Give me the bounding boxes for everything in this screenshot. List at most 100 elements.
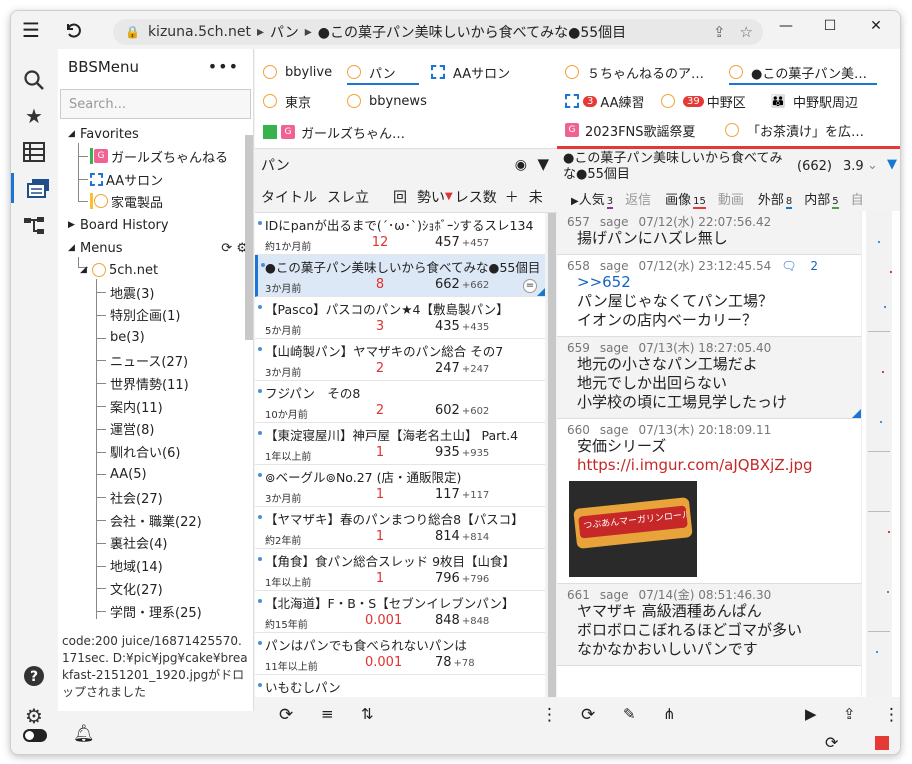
post-number[interactable]: 660 — [567, 423, 590, 437]
search-icon[interactable] — [19, 65, 49, 95]
post-number[interactable]: 661 — [567, 588, 590, 602]
stop-icon[interactable] — [875, 736, 889, 750]
toggle-switch[interactable] — [23, 729, 47, 742]
tab-thread-fns[interactable]: G 2023FNS歌謡祭夏 — [565, 117, 696, 143]
tree-favorites[interactable]: ◢ Favorites — [68, 123, 139, 145]
share-icon[interactable]: ⇪ — [713, 23, 726, 41]
list-icon[interactable] — [19, 137, 49, 167]
tree-category-item[interactable]: 案内(11) — [110, 395, 163, 417]
thread-row[interactable]: パンはパンでも食べられないパンは 11年以上前 0.001 78 +78 — [255, 633, 545, 675]
sync-icon[interactable]: ⟳ — [825, 733, 838, 752]
reply-count[interactable]: 🗨︎ 2 — [781, 259, 828, 273]
equals-icon[interactable]: = — [523, 279, 537, 293]
tree-fav-item[interactable]: G ガールズちゃんねる — [90, 145, 228, 167]
hamburger-menu-icon[interactable]: ☰ — [17, 17, 45, 43]
more-options-icon[interactable]: ••• — [208, 57, 239, 76]
tree-view-icon[interactable]: ⋔ — [663, 705, 676, 723]
tab-thread-nakano-ku[interactable]: 39 中野区 — [661, 88, 746, 114]
tree-menus[interactable]: ◢ Menus ⟳ ⚙ — [68, 237, 248, 259]
tree-category-item[interactable]: AA(5) — [110, 463, 147, 485]
col-title[interactable]: タイトル — [261, 187, 317, 207]
thread-minimap[interactable] — [861, 211, 900, 697]
tree-category-item[interactable]: be(3) — [110, 327, 145, 349]
tree-fav-item[interactable]: AAサロン — [90, 168, 163, 190]
maximize-button[interactable]: ☐ — [807, 11, 853, 41]
tree-category-item[interactable]: 社会(27) — [110, 486, 163, 508]
close-button[interactable]: ✕ — [853, 11, 899, 41]
record-icon[interactable]: ◉ — [515, 157, 527, 173]
post-image-link[interactable]: https://i.imgur.com/aJQBXjZ.jpg — [577, 456, 851, 475]
filter-tab[interactable]: 画像 15 — [665, 189, 706, 209]
thread-row[interactable]: 【山崎製パン】ヤマザキのパン総合 その7 3か月前 2 247 +247 — [255, 339, 545, 381]
col-plus[interactable]: ＋ — [505, 187, 519, 207]
col-count[interactable]: 回 — [393, 187, 407, 207]
post-anchor-link[interactable]: >>652 — [577, 273, 851, 292]
filter-tab[interactable]: 自 — [851, 189, 866, 208]
thread-row[interactable]: 【ヤマザキ】春のパンまつり総合8【パスコ】 約2年前 1 814 +814 — [255, 507, 545, 549]
favorites-star-icon[interactable]: ★ — [19, 101, 49, 131]
tab-thread-current[interactable]: ●この菓子パン美… — [729, 59, 877, 85]
tab-bbynews[interactable]: bbynews — [347, 88, 427, 114]
tab-thread-nakano-station[interactable]: 👪︎ 中野駅周辺 — [771, 88, 858, 114]
tab-girls-channel[interactable]: G ガールズちゃん… — [263, 119, 405, 145]
refresh-icon[interactable]: ⟳ — [279, 705, 293, 725]
sort-icon[interactable]: ⇅ — [361, 705, 374, 723]
menu-search-input[interactable]: Search... — [60, 89, 251, 119]
address-bar[interactable]: 🔒 kizuna.5ch.net ▸ パン ▸ ●この菓子パン美味しいから食べて… — [113, 19, 763, 45]
tab-tokyo[interactable]: 東京 — [263, 88, 311, 114]
thread-row[interactable]: IDにpanが出るまで(´･ω･`)ｼｮﾎﾞｰﾝするスレ134 約1か月前 12 45… — [255, 213, 545, 255]
filter-icon[interactable]: ▼ — [537, 155, 549, 173]
refresh-icon[interactable]: ⟳ — [581, 705, 595, 725]
more-vertical-icon[interactable]: ⋮ — [883, 705, 900, 725]
tree-category-item[interactable]: 特別企画(1) — [110, 304, 180, 326]
minimize-button[interactable]: — — [763, 11, 809, 41]
tree-board-history[interactable]: ▶ Board History — [68, 214, 169, 236]
play-icon[interactable]: ▶ — [805, 705, 817, 723]
help-icon[interactable]: ? — [19, 661, 49, 691]
tree-5ch-root[interactable]: ◢ 5ch.net — [80, 259, 158, 281]
tab-bbylive[interactable]: bbylive — [263, 59, 332, 85]
post-image-thumbnail[interactable]: つぶあんマーガリンロール — [569, 481, 697, 577]
tab-thread-5ch[interactable]: ５ちゃんねるのア… — [565, 59, 704, 85]
col-unread[interactable]: 未 — [529, 187, 543, 207]
filter-tab[interactable]: 返信 — [625, 189, 653, 208]
thread-row[interactable]: ●この菓子パン美味しいから食べてみな●55個目 3か月前 8 662 +662 = — [255, 255, 545, 297]
tree-category-item[interactable]: 文化(27) — [110, 577, 163, 599]
thread-list-scrollbar[interactable] — [547, 213, 557, 697]
share-icon[interactable]: ⇪ — [843, 705, 856, 723]
thread-row[interactable]: 【北海道】F・B・S【セブンイレブンパン】 約15年前 0.001 848 +848 — [255, 591, 545, 633]
tab-thread-ochazuke[interactable]: 「お茶漬け」を広… — [725, 117, 864, 143]
filter-tab[interactable]: 動画 — [718, 189, 746, 208]
tree-icon[interactable] — [19, 211, 49, 241]
filter-tab[interactable]: ▶人気 3 — [571, 189, 614, 209]
bookmark-star-icon[interactable]: ☆ — [740, 23, 753, 41]
thread-row[interactable]: フジパン その8 10か月前 2 602 +602 — [255, 381, 545, 423]
tree-fav-item[interactable]: 家電製品 — [90, 190, 163, 212]
boards-icon[interactable] — [11, 173, 58, 203]
filter-tab[interactable]: 外部 8 — [758, 189, 793, 209]
thread-row[interactable]: いもむしパン — [255, 675, 545, 697]
post-number[interactable]: 659 — [567, 341, 590, 355]
post-number[interactable]: 658 — [567, 259, 590, 273]
numbered-list-icon[interactable]: ≡ — [321, 705, 334, 723]
tree-category-item[interactable]: 運営(8) — [110, 418, 154, 440]
tree-category-item[interactable]: 会社・職業(22) — [110, 509, 202, 531]
col-res[interactable]: レス数 — [455, 187, 497, 207]
refresh-icon[interactable]: ⟳ — [221, 241, 232, 256]
bell-icon[interactable]: 🔔︎ — [73, 724, 95, 744]
tree-category-item[interactable]: 世界情勢(11) — [110, 372, 189, 394]
tab-aa-salon[interactable]: AAサロン — [431, 59, 510, 85]
filter-tab[interactable]: 内部 5 — [804, 189, 839, 209]
filter-icon[interactable]: ▼ — [887, 157, 897, 173]
thread-row[interactable]: 【東淀寝屋川】神戸屋【海老名土山】 Part.4 1年以上前 1 935 +935 — [255, 423, 545, 465]
col-momentum[interactable]: 勢い — [417, 187, 445, 207]
tab-pan[interactable]: パン — [347, 59, 419, 85]
expand-chevron-icon[interactable]: ⌄ — [867, 158, 878, 174]
tree-category-item[interactable]: 地域(14) — [110, 555, 163, 577]
tab-thread-aa-practice[interactable]: 3 AA練習 — [565, 88, 645, 114]
thread-row[interactable]: ⊚ベーグル⊚No.27 (店・通販限定) 3か月前 1 117 +117 — [255, 465, 545, 507]
tree-category-item[interactable]: 裏社会(4) — [110, 532, 167, 554]
edit-icon[interactable]: ✎ — [623, 705, 636, 723]
tree-category-item[interactable]: 学問・理系(25) — [110, 600, 202, 622]
tree-category-item[interactable]: ニュース(27) — [110, 349, 188, 371]
